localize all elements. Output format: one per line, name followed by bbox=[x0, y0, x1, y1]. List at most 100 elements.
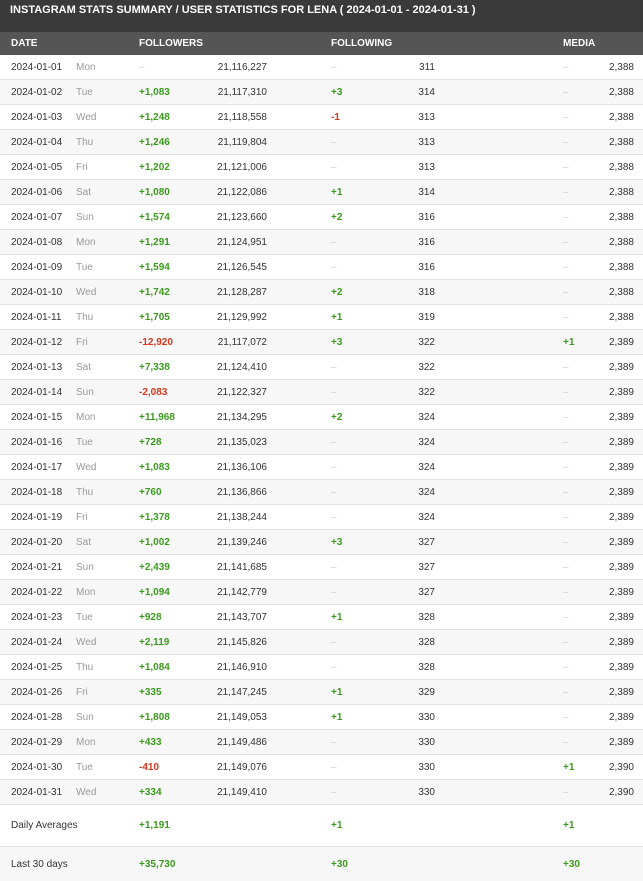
row-following-total: 318 bbox=[418, 287, 435, 298]
summary-label: Last 30 days bbox=[11, 859, 68, 870]
row-following-change: – bbox=[331, 137, 337, 148]
row-date: 2024-01-01 bbox=[11, 62, 63, 73]
row-followers-change: -12,920 bbox=[139, 337, 173, 348]
row-followers-total: 21,145,826 bbox=[216, 637, 267, 648]
row-following-total: 316 bbox=[418, 237, 435, 248]
row-weekday: Wed bbox=[76, 637, 97, 648]
row-weekday: Wed bbox=[76, 112, 97, 123]
row-weekday: Fri bbox=[76, 687, 88, 698]
row-date: 2024-01-14 bbox=[11, 387, 63, 398]
table-row: 2024-01-21 Sun +2,439 21,141,685 – 327 – 2,389 bbox=[0, 555, 643, 580]
table-row: 2024-01-13 Sat +7,338 21,124,410 – 322 – 2,389 bbox=[0, 355, 643, 380]
row-weekday: Sun bbox=[76, 387, 94, 398]
row-weekday: Sun bbox=[76, 712, 94, 723]
row-followers-total: 21,136,866 bbox=[216, 487, 267, 498]
table-row: 2024-01-14 Sun -2,083 21,122,327 – 322 – 2,389 bbox=[0, 380, 643, 405]
table-row: 2024-01-15 Mon +11,968 21,134,295 +2 324 – 2,38… bbox=[0, 405, 643, 430]
row-following-total: 328 bbox=[418, 662, 435, 673]
table-row: 2024-01-26 Fri +335 21,147,245 +1 329 – 2,389 bbox=[0, 680, 643, 705]
row-date: 2024-01-31 bbox=[11, 787, 63, 798]
table-row: 2024-01-06 Sat +1,080 21,122,086 +1 314 – 2,388 bbox=[0, 180, 643, 205]
row-following-total: 324 bbox=[418, 437, 435, 448]
row-followers-change: -2,083 bbox=[139, 387, 168, 398]
row-media-change: – bbox=[563, 112, 569, 123]
row-followers-total: 21,143,707 bbox=[216, 612, 267, 623]
summary-label: Daily Averages bbox=[11, 820, 78, 831]
row-followers-total: 21,124,951 bbox=[216, 237, 267, 248]
row-media-change: – bbox=[563, 387, 569, 398]
row-media-total: 2,388 bbox=[608, 87, 634, 98]
row-following-total: 322 bbox=[418, 337, 435, 348]
row-following-total: 328 bbox=[418, 612, 435, 623]
row-followers-change: +1,084 bbox=[139, 662, 170, 673]
row-date: 2024-01-30 bbox=[11, 762, 63, 773]
row-date: 2024-01-11 bbox=[11, 312, 62, 323]
row-weekday: Tue bbox=[76, 762, 93, 773]
row-following-total: 330 bbox=[418, 737, 435, 748]
row-date: 2024-01-05 bbox=[11, 162, 63, 173]
row-following-total: 316 bbox=[418, 212, 435, 223]
row-media-change: – bbox=[563, 187, 569, 198]
row-followers-change: +7,338 bbox=[139, 362, 170, 373]
table-row: 2024-01-08 Mon +1,291 21,124,951 – 316 – 2,388 bbox=[0, 230, 643, 255]
summary-followers: +1,191 bbox=[139, 820, 170, 831]
row-followers-change: +928 bbox=[139, 612, 162, 623]
row-followers-total: 21,134,295 bbox=[216, 412, 267, 423]
row-following-change: – bbox=[331, 587, 337, 598]
row-following-total: 327 bbox=[418, 537, 435, 548]
row-weekday: Sat bbox=[76, 537, 92, 548]
row-followers-change: +1,291 bbox=[139, 237, 170, 248]
row-media-change: – bbox=[563, 737, 569, 748]
row-weekday: Tue bbox=[76, 437, 93, 448]
table-row: 2024-01-16 Tue +728 21,135,023 – 324 – 2,389 bbox=[0, 430, 643, 455]
row-weekday: Mon bbox=[76, 237, 96, 248]
row-following-change: +3 bbox=[331, 337, 343, 348]
row-following-change: – bbox=[331, 787, 337, 798]
row-weekday: Sun bbox=[76, 212, 94, 223]
row-media-change: – bbox=[563, 712, 569, 723]
row-media-change: – bbox=[563, 412, 569, 423]
row-followers-change: +334 bbox=[139, 787, 162, 798]
row-media-change: – bbox=[563, 612, 569, 623]
table-row: 2024-01-03 Wed +1,248 21,118,558 -1 313 – 2,388 bbox=[0, 105, 643, 130]
table-row: 2024-01-22 Mon +1,094 21,142,779 – 327 – 2,389 bbox=[0, 580, 643, 605]
table-row: 2024-01-01 Mon – 21,116,227 – 311 – 2,388 bbox=[0, 55, 643, 80]
row-following-change: – bbox=[331, 737, 337, 748]
table-header: DATE FOLLOWERS FOLLOWING MEDIA bbox=[0, 32, 643, 55]
row-following-total: 324 bbox=[418, 462, 435, 473]
row-media-total: 2,389 bbox=[608, 737, 634, 748]
table-row: 2024-01-07 Sun +1,574 21,123,660 +2 316 – 2,388 bbox=[0, 205, 643, 230]
row-followers-change: +760 bbox=[139, 487, 162, 498]
row-followers-total: 21,135,023 bbox=[216, 437, 267, 448]
row-weekday: Fri bbox=[76, 512, 88, 523]
row-media-total: 2,389 bbox=[608, 637, 634, 648]
row-followers-total: 21,149,486 bbox=[216, 737, 267, 748]
row-media-change: – bbox=[563, 462, 569, 473]
row-followers-total: 21,129,992 bbox=[216, 312, 267, 323]
row-media-total: 2,389 bbox=[608, 662, 634, 673]
row-followers-change: – bbox=[139, 62, 145, 73]
row-following-total: 327 bbox=[418, 587, 435, 598]
row-followers-total: 21,149,076 bbox=[216, 762, 267, 773]
row-date: 2024-01-17 bbox=[11, 462, 63, 473]
row-following-change: +1 bbox=[331, 312, 343, 323]
table-row: 2024-01-24 Wed +2,119 21,145,826 – 328 – 2,389 bbox=[0, 630, 643, 655]
row-followers-change: +1,705 bbox=[139, 312, 170, 323]
row-media-total: 2,389 bbox=[608, 562, 634, 573]
table-row: 2024-01-10 Wed +1,742 21,128,287 +2 318 – 2,388 bbox=[0, 280, 643, 305]
row-following-total: 311 bbox=[419, 62, 435, 73]
row-weekday: Thu bbox=[76, 312, 94, 323]
row-date: 2024-01-20 bbox=[11, 537, 63, 548]
row-following-change: – bbox=[331, 487, 337, 498]
table-row: 2024-01-31 Wed +334 21,149,410 – 330 – 2,390 bbox=[0, 780, 643, 805]
row-media-total: 2,389 bbox=[608, 587, 634, 598]
table-row: 2024-01-02 Tue +1,083 21,117,310 +3 314 – 2,388 bbox=[0, 80, 643, 105]
row-date: 2024-01-03 bbox=[11, 112, 63, 123]
row-media-total: 2,389 bbox=[608, 512, 634, 523]
row-following-total: 316 bbox=[418, 262, 435, 273]
row-followers-change: +1,246 bbox=[139, 137, 170, 148]
row-following-total: 322 bbox=[418, 362, 435, 373]
header-media: MEDIA bbox=[563, 38, 596, 49]
row-following-change: – bbox=[331, 162, 337, 173]
row-media-change: – bbox=[563, 537, 569, 548]
